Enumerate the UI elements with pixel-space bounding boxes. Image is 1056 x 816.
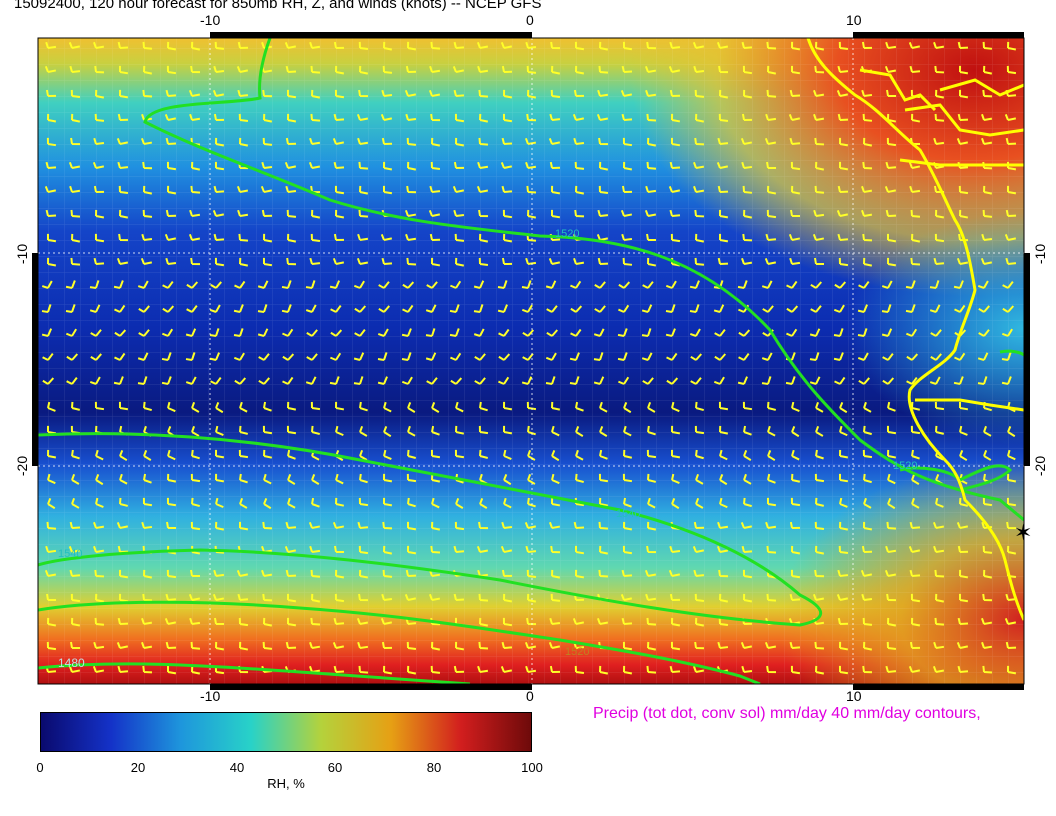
contour-label: 1540: [58, 548, 83, 560]
x-tick-top-3: 10: [846, 12, 862, 28]
y-tick-right-2: -20: [1032, 455, 1049, 477]
x-tick-bottom-3: 10: [846, 688, 862, 704]
y-tick-left-2: -20: [14, 455, 31, 477]
contour-label: 1480: [58, 656, 85, 670]
contour-label: 1520: [565, 646, 590, 658]
colorbar-label-40: 40: [229, 760, 245, 775]
colorbar-label-20: 20: [130, 760, 146, 775]
x-tick-top-2: 0: [526, 12, 534, 28]
colorbar-label-60: 60: [327, 760, 343, 775]
contour-label: 1540: [616, 508, 641, 520]
x-tick-bottom-1: -10: [200, 688, 221, 704]
colorbar-label-100: 100: [521, 760, 543, 775]
x-tick-top-1: -10: [200, 12, 221, 28]
colorbar-title: RH, %: [267, 776, 305, 791]
x-tick-bottom-2: 0: [526, 688, 534, 704]
colorbar-label-0: 0: [36, 760, 44, 775]
colorbar-label-80: 80: [426, 760, 442, 775]
y-tick-left-1: -10: [14, 243, 31, 265]
contour-label: 1520: [555, 228, 580, 240]
contour-label: 1520: [893, 460, 918, 472]
city-marker-icon: ✶: [1014, 520, 1032, 545]
rh-colorbar: [40, 712, 532, 752]
precip-note: Precip (tot dot, conv sol) mm/day 40 mm/…: [593, 705, 981, 722]
y-tick-right-1: -10: [1032, 243, 1049, 265]
